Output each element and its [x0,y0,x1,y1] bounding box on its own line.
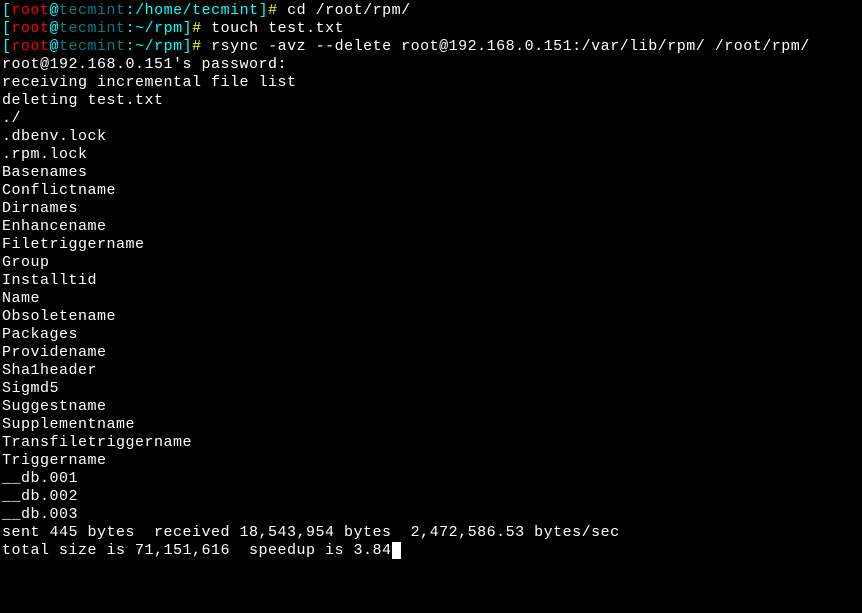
command-text[interactable]: cd /root/rpm/ [278,2,411,19]
output-file: Enhancename [2,218,860,236]
output-file: .dbenv.lock [2,128,860,146]
output-file: Suggestname [2,398,860,416]
cursor[interactable] [392,542,401,559]
command-text[interactable]: touch test.txt [202,20,345,37]
output-file: Providename [2,344,860,362]
output-file: Filetriggername [2,236,860,254]
output-file: Dirnames [2,200,860,218]
output-file: Supplementname [2,416,860,434]
user: root [12,20,50,37]
output-file: Group [2,254,860,272]
path: ~/rpm [135,20,183,37]
at-sign: @ [50,20,60,37]
output-total: total size is 71,151,616 speedup is 3.84 [2,542,392,559]
output-dotslash: ./ [2,110,860,128]
path: /home/tecmint [135,2,259,19]
bracket-close: ] [183,20,193,37]
prompt-line-2: [root@tecmint:~/rpm]# touch test.txt [2,20,860,38]
command-text[interactable]: rsync -avz --delete root@192.168.0.151:/… [202,38,810,55]
bracket-close: ] [183,38,193,55]
output-file: Transfiletriggername [2,434,860,452]
output-file: Name [2,290,860,308]
at-sign: @ [50,2,60,19]
prompt-line-3: [root@tecmint:~/rpm]# rsync -avz --delet… [2,38,860,56]
output-sent: sent 445 bytes received 18,543,954 bytes… [2,524,860,542]
colon: : [126,20,136,37]
path: ~/rpm [135,38,183,55]
output-file: __db.001 [2,470,860,488]
prompt-char: # [192,38,202,55]
output-file: Conflictname [2,182,860,200]
at-sign: @ [50,38,60,55]
output-file: Obsoletename [2,308,860,326]
bracket-open: [ [2,38,12,55]
hostname: tecmint [59,20,126,37]
output-file: __db.003 [2,506,860,524]
prompt-line-1: [root@tecmint:/home/tecmint]# cd /root/r… [2,2,860,20]
output-file: Basenames [2,164,860,182]
output-file: .rpm.lock [2,146,860,164]
user: root [12,2,50,19]
user: root [12,38,50,55]
output-deleting: deleting test.txt [2,92,860,110]
bracket-open: [ [2,2,12,19]
colon: : [126,38,136,55]
output-file: __db.002 [2,488,860,506]
output-file: Installtid [2,272,860,290]
hostname: tecmint [59,38,126,55]
output-password: root@192.168.0.151's password: [2,56,860,74]
prompt-char: # [268,2,278,19]
colon: : [126,2,136,19]
output-receiving: receiving incremental file list [2,74,860,92]
hostname: tecmint [59,2,126,19]
output-file: Sha1header [2,362,860,380]
output-file: Sigmd5 [2,380,860,398]
output-file: Triggername [2,452,860,470]
prompt-char: # [192,20,202,37]
bracket-open: [ [2,20,12,37]
output-file: Packages [2,326,860,344]
output-total-line: total size is 71,151,616 speedup is 3.84 [2,542,860,560]
bracket-close: ] [259,2,269,19]
